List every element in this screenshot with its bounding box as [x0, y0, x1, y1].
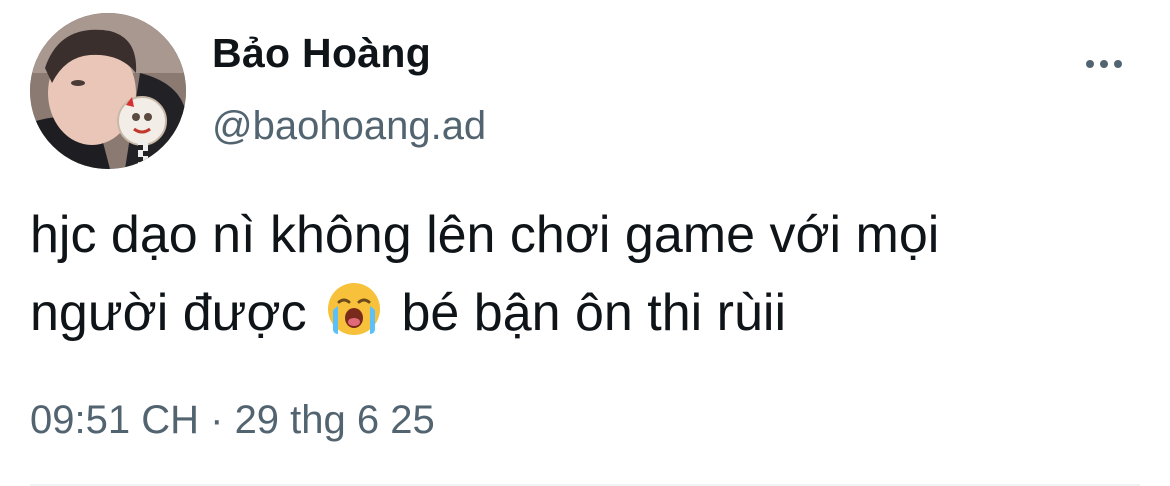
tweet-text-line-1: hjc dạo nì không lên chơi game với mọi [30, 206, 940, 264]
more-options-button[interactable] [1086, 52, 1130, 76]
author-display-name[interactable]: Bảo Hoàng [212, 30, 431, 77]
tweet-text-segment: người được [30, 284, 307, 342]
avatar[interactable] [30, 13, 186, 169]
tweet-card: Bảo Hoàng @baohoang.ad hjc dạo nì không … [0, 0, 1170, 486]
tweet-time: 09:51 CH [30, 398, 199, 442]
more-dot-icon [1086, 60, 1094, 68]
tweet-text-segment: bé bận ôn thi rùii [401, 284, 787, 342]
meta-separator: · [210, 398, 224, 442]
more-dot-icon [1100, 60, 1108, 68]
tweet-date: 29 thg 6 25 [234, 398, 435, 442]
tweet-timestamp[interactable]: 09:51 CH · 29 thg 6 25 [30, 398, 435, 443]
avatar-photo [30, 13, 186, 169]
author-handle[interactable]: @baohoang.ad [212, 104, 486, 149]
more-dot-icon [1114, 60, 1122, 68]
tweet-text-line-2: người được bé bận ôn thi rùii [30, 274, 1150, 360]
tweet-text: hjc dạo nì không lên chơi game với mọi n… [30, 196, 1150, 360]
loudly-crying-face-icon [325, 280, 383, 360]
